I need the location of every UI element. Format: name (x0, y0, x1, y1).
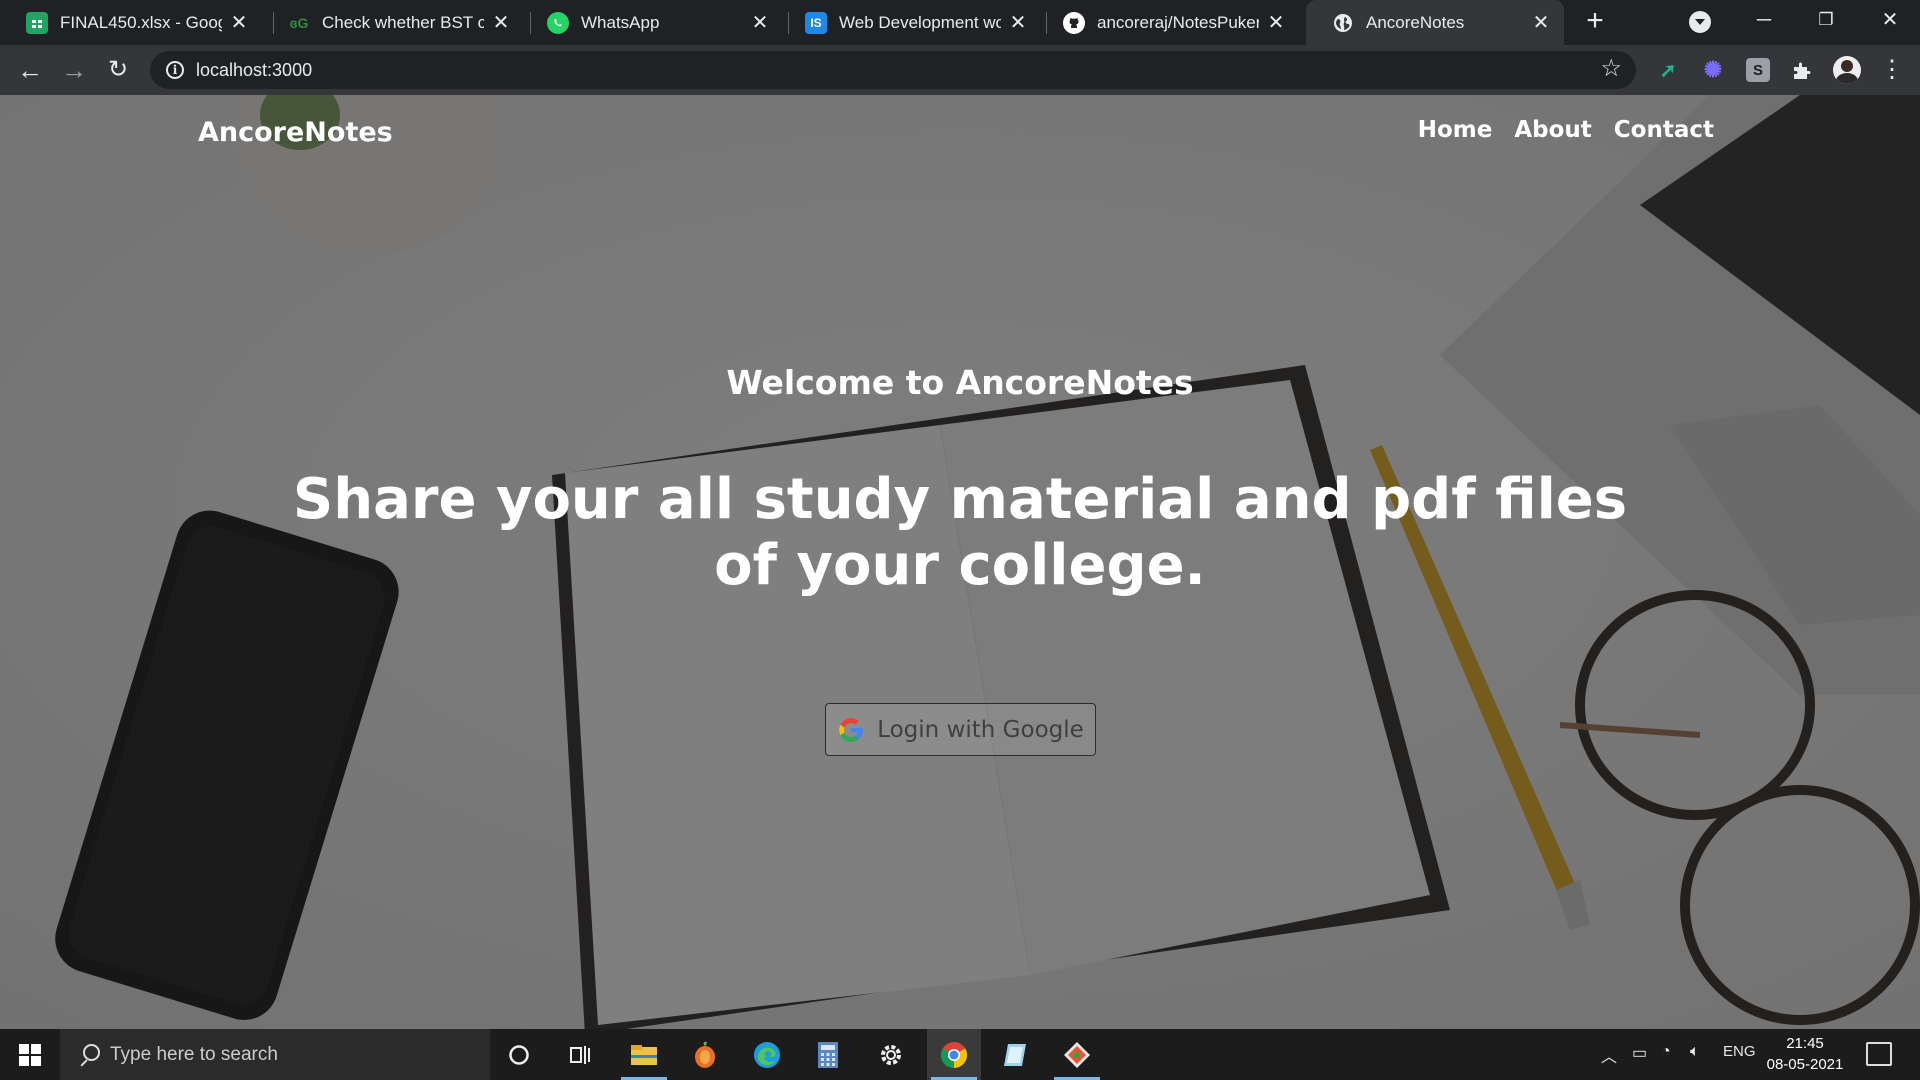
tab-strip: FINAL450.xlsx - Google ✕ ɞG Check whethe… (0, 0, 1920, 45)
file-explorer-icon[interactable] (617, 1029, 671, 1080)
login-with-google-button[interactable]: Login with Google (825, 703, 1096, 756)
restore-icon[interactable]: ❐ (1798, 0, 1854, 40)
welcome-heading: Welcome to AncoreNotes (726, 363, 1194, 402)
geeksforgeeks-icon: ɞG (289, 14, 309, 31)
cortana-icon[interactable] (492, 1029, 546, 1080)
info-icon[interactable]: i (166, 61, 184, 79)
search-icon (78, 1043, 100, 1066)
battery-icon[interactable]: ▭ (1632, 1043, 1647, 1063)
whatsapp-icon (547, 11, 569, 34)
nav-contact-link[interactable]: Contact (1614, 117, 1714, 143)
tab-search-icon[interactable] (1689, 11, 1711, 33)
settings-gear-icon[interactable] (864, 1029, 918, 1080)
internshala-icon: IS (805, 11, 827, 34)
page-viewport: AncoreNotes Home About Contact Welcome t… (0, 95, 1920, 1029)
nav-home-link[interactable]: Home (1418, 117, 1493, 143)
url-text[interactable]: localhost:3000 (196, 60, 312, 81)
google-logo-icon (839, 717, 864, 742)
login-button-label: Login with Google (877, 716, 1084, 743)
tab-label: AncoreNotes (1366, 12, 1465, 32)
profile-avatar[interactable] (1833, 56, 1861, 84)
forward-arrow-icon[interactable]: → (58, 54, 90, 86)
menu-kebab-icon[interactable]: ⋮ (1880, 55, 1904, 85)
globe-icon (1332, 12, 1354, 34)
close-tab-icon[interactable]: ✕ (230, 10, 248, 35)
notification-center-icon[interactable] (1866, 1042, 1892, 1066)
github-icon (1063, 11, 1085, 34)
taskbar-clock[interactable]: 21:45 08-05-2021 (1755, 1033, 1855, 1075)
extension-snowflake-icon[interactable]: ✺ (1701, 57, 1725, 82)
google-sheets-icon (26, 11, 48, 34)
notepad-icon[interactable] (988, 1029, 1042, 1080)
taskbar-search-placeholder: Type here to search (110, 1043, 278, 1065)
extension-arrow-icon[interactable]: ➚ (1656, 58, 1680, 82)
start-button[interactable] (0, 1029, 60, 1080)
tab-label: FINAL450.xlsx - Google (60, 12, 222, 32)
close-window-icon[interactable]: ✕ (1862, 0, 1918, 40)
browser-toolbar: ← → ↻ i localhost:3000 ☆ ➚ ✺ S ⋮ (0, 45, 1920, 95)
close-tab-icon[interactable]: ✕ (751, 10, 769, 35)
calculator-icon[interactable] (801, 1029, 855, 1080)
tray-chevron-icon[interactable]: ︿ (1601, 1043, 1617, 1067)
tab-internshala[interactable]: IS Web Development wor ✕ (779, 0, 1041, 45)
clock-date: 08-05-2021 (1766, 1056, 1844, 1073)
windows-logo-icon (19, 1043, 41, 1066)
close-tab-icon[interactable]: ✕ (492, 10, 510, 35)
windows-taskbar: Type here to search ︿ ▭ ◔ 🔈︎ ENG 21:45 0… (0, 1029, 1920, 1080)
task-view-icon[interactable] (553, 1029, 607, 1080)
close-tab-icon[interactable]: ✕ (1532, 10, 1550, 35)
fl-studio-icon[interactable] (678, 1029, 732, 1080)
wifi-icon[interactable]: ◔ (1661, 1043, 1671, 1061)
extensions-puzzle-icon[interactable] (1790, 58, 1814, 82)
tab-ancorenotes[interactable]: AncoreNotes ✕ (1306, 0, 1564, 45)
extension-s-icon[interactable]: S (1746, 58, 1770, 82)
nav-about-link[interactable]: About (1514, 117, 1591, 143)
close-tab-icon[interactable]: ✕ (1267, 10, 1285, 35)
clock-time: 21:45 (1786, 1035, 1824, 1052)
address-bar[interactable]: i localhost:3000 ☆ (150, 51, 1636, 89)
tab-label: ancoreraj/NotesPuker (1097, 12, 1259, 32)
volume-icon[interactable]: 🔈︎ (1690, 1043, 1700, 1061)
taskbar-search-box[interactable]: Type here to search (60, 1029, 490, 1080)
tab-final450[interactable]: FINAL450.xlsx - Google ✕ (0, 0, 262, 45)
site-nav: Home About Contact (1418, 117, 1714, 143)
tab-label: Check whether BST con (322, 12, 484, 32)
reload-icon[interactable]: ↻ (102, 54, 134, 86)
tab-whatsapp[interactable]: WhatsApp ✕ (521, 0, 783, 45)
edge-icon[interactable] (740, 1029, 794, 1080)
language-indicator[interactable]: ENG (1723, 1043, 1756, 1060)
tab-label: Web Development wor (839, 12, 1001, 32)
tab-geeksforgeeks[interactable]: ɞG Check whether BST con ✕ (262, 0, 524, 45)
close-tab-icon[interactable]: ✕ (1009, 10, 1027, 35)
back-arrow-icon[interactable]: ← (14, 54, 46, 86)
chrome-icon[interactable] (927, 1029, 981, 1080)
bookmark-star-icon[interactable]: ☆ (1600, 57, 1622, 81)
git-gui-icon[interactable] (1050, 1029, 1104, 1080)
tab-github[interactable]: ancoreraj/NotesPuker ✕ (1037, 0, 1299, 45)
tab-label: WhatsApp (581, 12, 660, 32)
hero-headline: Share your all study material and pdf fi… (292, 467, 1628, 598)
minimize-icon[interactable]: ─ (1736, 0, 1792, 40)
site-brand[interactable]: AncoreNotes (198, 117, 393, 148)
new-tab-button[interactable]: + (1579, 6, 1611, 38)
